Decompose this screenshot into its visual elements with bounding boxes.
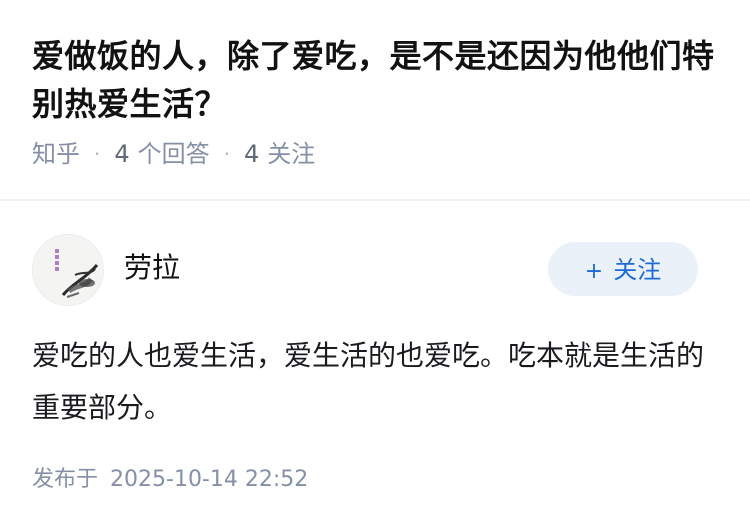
question-header: 爱做饭的人，除了爱吃，是不是还因为他他们特别热爱生活？ 知乎 · 4 个回答 ·… <box>32 32 722 172</box>
separator-dot: · <box>223 142 230 166</box>
question-title[interactable]: 爱做饭的人，除了爱吃，是不是还因为他他们特别热爱生活？ <box>32 32 722 128</box>
ink-painting-avatar-icon <box>33 235 103 305</box>
answer-count-label[interactable]: 个回答 <box>138 136 210 172</box>
answer-count: 4 <box>114 140 130 168</box>
publish-label: 发布于 <box>32 467 99 492</box>
source-label[interactable]: 知乎 <box>32 136 80 172</box>
separator-dot: · <box>94 142 101 166</box>
follower-count-label[interactable]: 关注 <box>267 136 315 172</box>
author-avatar[interactable] <box>32 234 104 306</box>
publish-time: 2025-10-14 22:52 <box>110 467 309 492</box>
answer-author-row: 劳拉 + 关注 <box>32 234 702 306</box>
follower-count: 4 <box>244 140 260 168</box>
plus-icon: + <box>584 259 604 284</box>
publish-info: 发布于 2025-10-14 22:52 <box>32 462 308 498</box>
follow-button[interactable]: + 关注 <box>548 242 698 296</box>
question-meta: 知乎 · 4 个回答 · 4 关注 <box>32 136 722 172</box>
follow-button-label: 关注 <box>613 256 662 284</box>
section-divider <box>0 199 750 201</box>
answer-content[interactable]: 爱吃的人也爱生活，爱生活的也爱吃。吃本就是生活的重要部分。 <box>32 330 712 434</box>
author-name[interactable]: 劳拉 <box>124 248 180 288</box>
